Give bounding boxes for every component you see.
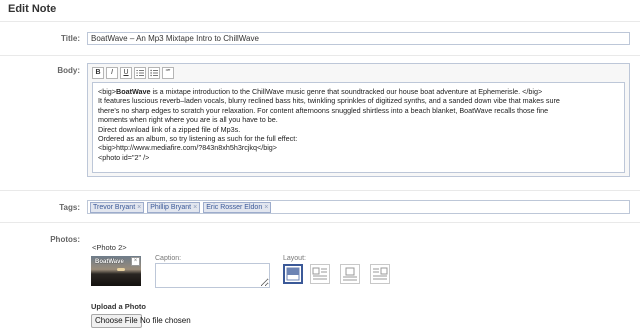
tag-token: Trevor Bryant ×: [90, 201, 145, 213]
layout-label: Layout:: [283, 255, 306, 262]
body-label: Body:: [57, 66, 80, 75]
title-input[interactable]: [87, 32, 630, 45]
thumb-logo: BoatWave: [95, 259, 124, 265]
file-status: No file chosen: [140, 316, 191, 325]
tag-remove-icon[interactable]: ×: [137, 203, 141, 212]
format-toolbar: B I U “”: [92, 67, 174, 79]
tags-label: Tags:: [59, 203, 80, 212]
choose-file-button[interactable]: Choose File: [91, 314, 142, 328]
body-line: Ordered as an album, so try listening as…: [98, 134, 298, 144]
photos-label: Photos:: [50, 235, 80, 244]
divider-title: [0, 55, 640, 56]
body-line: <photo id="2" />: [98, 152, 150, 162]
sun-reflection: [117, 268, 125, 271]
underline-button[interactable]: U: [120, 67, 132, 79]
layout-right-option[interactable]: [370, 264, 390, 284]
caption-input[interactable]: [155, 263, 270, 288]
body-line: It features luscious reverb–laden vocals…: [98, 96, 560, 106]
divider-body: [0, 190, 640, 191]
layout-left-icon: [312, 267, 327, 280]
body-textarea[interactable]: <big>BoatWave is a mixtape introduction …: [92, 82, 625, 173]
body-line: Direct download link of a zipped file of…: [98, 124, 241, 134]
body-line: there's no sharp edges to scratch your r…: [98, 105, 549, 115]
tag-token: Phillip Bryant ×: [147, 201, 201, 213]
numbered-list-icon: [136, 70, 144, 76]
divider-top: [0, 21, 640, 22]
divider-tags: [0, 222, 640, 223]
bullet-list-icon: [150, 69, 158, 77]
tags-input[interactable]: Trevor Bryant × Phillip Bryant × Eric Ross…: [87, 200, 630, 214]
italic-button[interactable]: I: [106, 67, 118, 79]
layout-center-icon: [343, 267, 357, 281]
tag-remove-icon[interactable]: ×: [193, 203, 197, 212]
body-line: <big>BoatWave is a mixtape introduction …: [98, 87, 543, 96]
numbered-list-button[interactable]: [134, 67, 146, 79]
layout-right-icon: [373, 267, 388, 280]
body-line: moments when right where you are is all …: [98, 115, 278, 125]
body-line: <big>http://www.mediafire.com/?843n8xh5h…: [98, 143, 277, 153]
tag-remove-icon[interactable]: ×: [264, 203, 268, 212]
upload-photo-label: Upload a Photo: [91, 302, 146, 311]
tag-token: Eric Rosser Eldon ×: [203, 201, 272, 213]
layout-left-option[interactable]: [310, 264, 330, 284]
quote-button[interactable]: “”: [162, 67, 174, 79]
photo-thumbnail: BoatWave ×: [91, 256, 141, 286]
body-editor: B I U “” <big>BoatWave is a mixtape intr…: [87, 63, 630, 177]
caption-label: Caption:: [155, 255, 182, 262]
bold-button[interactable]: B: [92, 67, 104, 79]
layout-full-option[interactable]: [283, 264, 303, 284]
title-label: Title:: [61, 34, 80, 43]
layout-full-icon: [286, 267, 300, 281]
page-title: Edit Note: [8, 3, 57, 15]
layout-center-option[interactable]: [340, 264, 360, 284]
remove-photo-icon[interactable]: ×: [131, 257, 140, 266]
photo-reference: <Photo 2>: [92, 243, 127, 252]
bullet-list-button[interactable]: [148, 67, 160, 79]
